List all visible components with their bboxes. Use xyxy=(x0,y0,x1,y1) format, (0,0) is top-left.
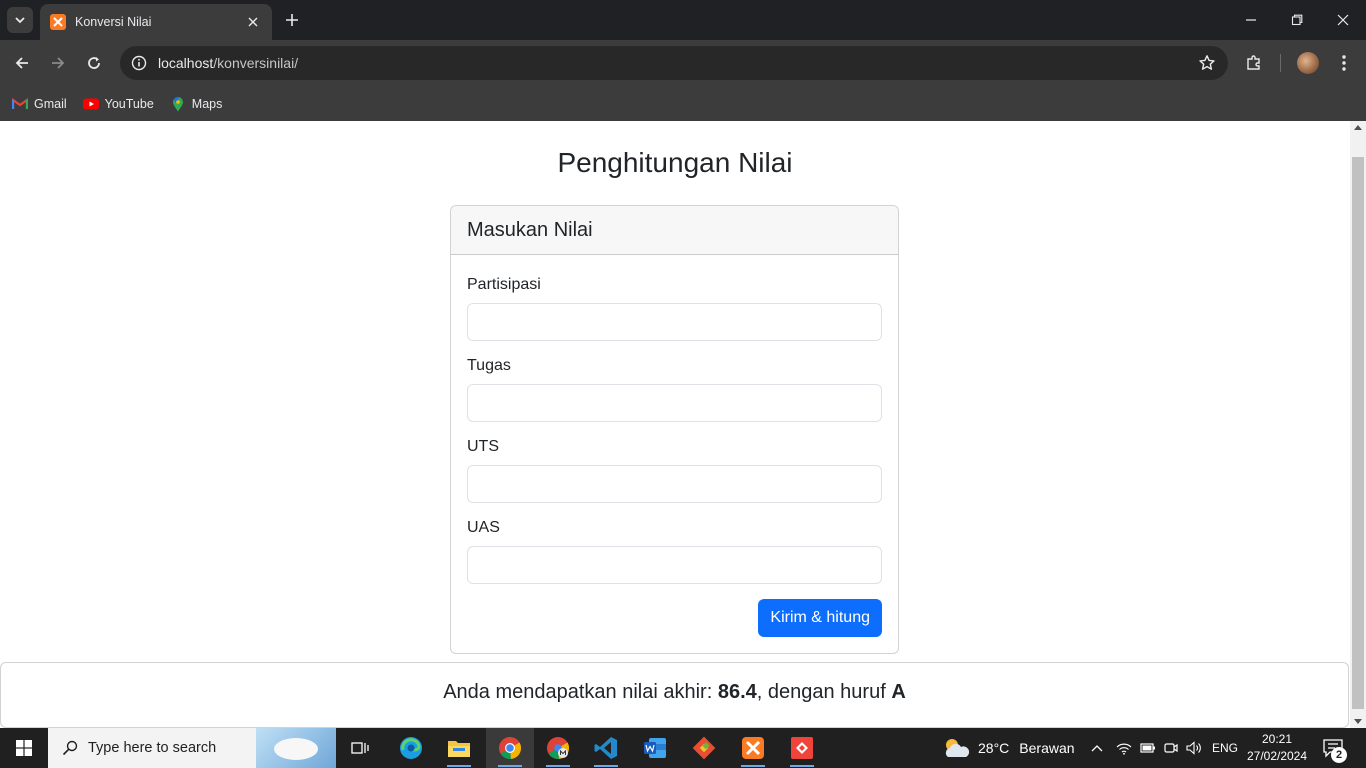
submit-row: Kirim & hitung xyxy=(758,599,882,637)
bookmark-gmail[interactable]: Gmail xyxy=(12,96,67,112)
partisipasi-input[interactable] xyxy=(467,303,882,341)
show-hidden-icons-icon[interactable] xyxy=(1090,728,1104,768)
result-prefix: Anda mendapatkan nilai akhir: xyxy=(443,681,718,703)
xampp-favicon-icon xyxy=(50,14,66,30)
battery-icon[interactable] xyxy=(1140,728,1156,768)
result-panel: Anda mendapatkan nilai akhir: 86.4, deng… xyxy=(0,662,1349,728)
field-tugas: Tugas xyxy=(467,355,882,433)
running-indicator xyxy=(546,765,570,767)
clock-time: 20:21 xyxy=(1261,732,1293,746)
label-uas: UAS xyxy=(467,519,500,536)
restore-icon[interactable] xyxy=(1274,0,1320,40)
tab-konversi-nilai[interactable]: Konversi Nilai xyxy=(40,4,272,40)
reload-icon[interactable] xyxy=(80,49,108,77)
running-indicator xyxy=(741,765,765,767)
weather-temp: 28°C xyxy=(978,740,1010,756)
result-grade: A xyxy=(891,681,906,703)
card-body: Partisipasi Tugas UTS UAS xyxy=(451,255,898,611)
youtube-icon xyxy=(82,96,99,112)
clock-date: 27/02/2024 xyxy=(1246,749,1308,763)
field-partisipasi: Partisipasi xyxy=(467,274,882,352)
edge-icon[interactable] xyxy=(387,728,435,768)
scroll-up-arrow-icon[interactable] xyxy=(1354,125,1362,130)
uas-input[interactable] xyxy=(467,546,882,584)
running-indicator xyxy=(447,765,471,767)
toolbar-divider xyxy=(1280,54,1281,72)
minimize-icon[interactable] xyxy=(1228,0,1274,40)
chevron-down-icon xyxy=(15,17,25,24)
close-tab-icon[interactable] xyxy=(244,13,262,31)
field-uts: UTS xyxy=(467,436,882,514)
uts-input[interactable] xyxy=(467,465,882,503)
browser-tab-strip: Konversi Nilai xyxy=(0,0,1366,40)
meet-now-icon[interactable] xyxy=(1164,728,1178,768)
forward-icon[interactable] xyxy=(44,49,72,77)
card-header: Masukan Nilai xyxy=(451,206,898,255)
profile-avatar[interactable] xyxy=(1297,52,1319,74)
label-uts: UTS xyxy=(467,438,499,455)
chrome-profile-icon[interactable] xyxy=(534,728,582,768)
file-explorer-icon[interactable] xyxy=(435,728,483,768)
label-partisipasi: Partisipasi xyxy=(467,276,541,293)
maps-icon xyxy=(170,96,186,112)
xampp-icon[interactable] xyxy=(729,728,777,768)
tab-title: Konversi Nilai xyxy=(75,15,152,29)
result-middle: , dengan huruf xyxy=(756,681,892,703)
wifi-icon[interactable] xyxy=(1116,728,1132,768)
site-info-icon[interactable] xyxy=(130,54,148,72)
extensions-icon[interactable] xyxy=(1243,52,1265,74)
taskbar-search-box[interactable]: Type here to search xyxy=(48,728,336,768)
tab-search-button[interactable] xyxy=(7,7,33,33)
chrome-icon[interactable] xyxy=(486,728,534,768)
url-text: localhost/konversinilai/ xyxy=(158,55,299,71)
search-icon xyxy=(62,740,78,756)
submit-button[interactable]: Kirim & hitung xyxy=(758,599,882,637)
bookmark-star-icon[interactable] xyxy=(1198,54,1216,72)
scrollbar-thumb[interactable] xyxy=(1352,157,1364,709)
bookmarks-bar: Gmail YouTube Maps xyxy=(0,86,1366,121)
result-score: 86.4 xyxy=(717,681,757,703)
field-uas: UAS xyxy=(467,517,882,595)
bookmark-maps[interactable]: Maps xyxy=(170,96,222,112)
vscode-icon[interactable] xyxy=(582,728,630,768)
page-viewport: Penghitungan Nilai Masukan Nilai Partisi… xyxy=(0,121,1350,728)
search-placeholder: Type here to search xyxy=(88,740,217,756)
word-icon[interactable] xyxy=(631,728,679,768)
scroll-down-arrow-icon[interactable] xyxy=(1354,719,1362,724)
notification-count-badge: 2 xyxy=(1331,747,1347,763)
search-highlight-illustration xyxy=(256,728,336,768)
more-menu-icon[interactable] xyxy=(1333,52,1355,74)
weather-widget[interactable]: 28°C Berawan xyxy=(942,728,1075,768)
windows-taskbar: Type here to search 28°C Berawan ENG 20:… xyxy=(0,728,1366,768)
back-icon[interactable] xyxy=(8,49,36,77)
partly-cloudy-icon xyxy=(945,739,970,757)
language-indicator[interactable]: ENG xyxy=(1212,728,1238,768)
bookmark-youtube[interactable]: YouTube xyxy=(82,96,154,112)
running-indicator xyxy=(594,765,618,767)
gmail-icon xyxy=(12,96,28,112)
active-indicator xyxy=(498,765,522,767)
task-view-icon[interactable] xyxy=(336,728,384,768)
address-bar[interactable]: localhost/konversinilai/ xyxy=(120,46,1228,80)
new-tab-icon[interactable] xyxy=(282,10,302,30)
page-title: Penghitungan Nilai xyxy=(557,147,793,178)
browser-toolbar: localhost/konversinilai/ xyxy=(0,40,1366,86)
anydesk-icon[interactable] xyxy=(778,728,826,768)
running-indicator xyxy=(790,765,814,767)
weather-text: Berawan xyxy=(1019,740,1075,756)
git-icon[interactable] xyxy=(680,728,728,768)
page-scrollbar[interactable] xyxy=(1350,121,1366,728)
label-tugas: Tugas xyxy=(467,357,511,374)
input-card: Masukan Nilai Partisipasi Tugas UTS UAS … xyxy=(450,205,899,654)
close-window-icon[interactable] xyxy=(1320,0,1366,40)
windows-start-icon[interactable] xyxy=(0,728,48,768)
taskbar-clock[interactable]: 20:21 27/02/2024 xyxy=(1240,731,1314,765)
volume-icon[interactable] xyxy=(1186,728,1202,768)
tugas-input[interactable] xyxy=(467,384,882,422)
